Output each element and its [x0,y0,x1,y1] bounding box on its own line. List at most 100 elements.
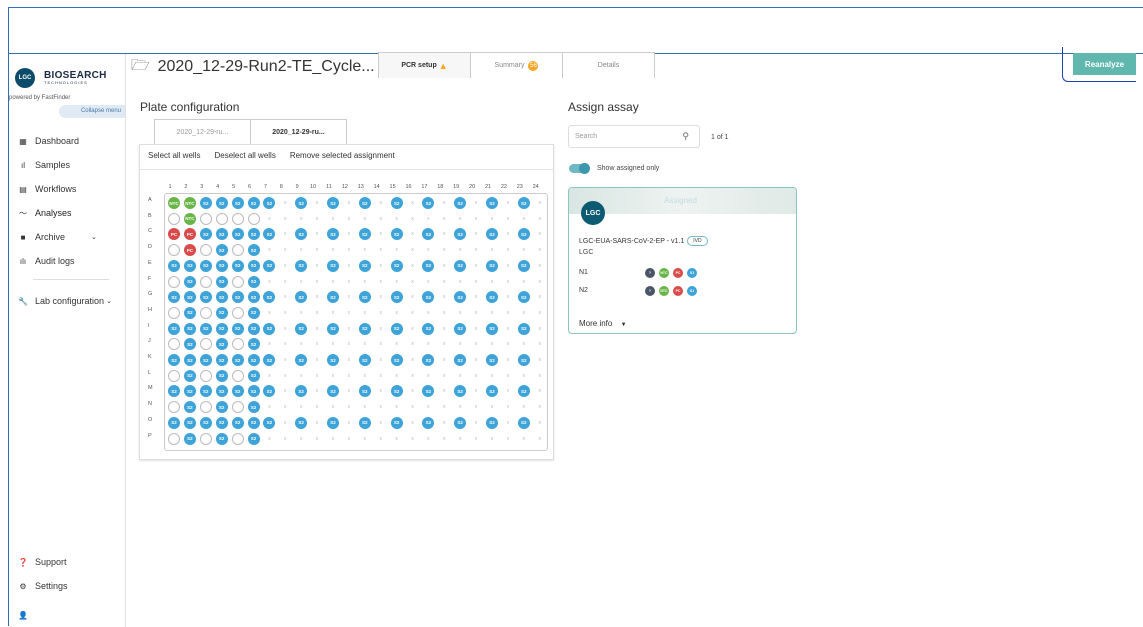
plate-well[interactable]: x [518,433,530,445]
plate-well[interactable]: x [311,228,323,240]
plate-well[interactable]: S2 [215,244,228,257]
plate-well[interactable]: S2 [454,354,467,366]
plate-well[interactable]: S2 [486,197,498,209]
plate-well[interactable]: x [534,228,546,240]
plate-well[interactable]: x [407,244,419,256]
plate-well[interactable]: x [311,244,323,256]
plate-well[interactable]: x [502,276,514,288]
plate-well[interactable]: x [343,276,355,288]
plate-well[interactable] [231,306,244,319]
plate-well[interactable]: x [518,276,530,288]
plate-well[interactable]: x [502,385,514,397]
plate-well[interactable]: S2 [454,197,467,209]
plate-well[interactable]: S2 [231,259,244,272]
plate-well[interactable]: x [422,370,434,382]
row-label[interactable]: P [148,433,158,439]
plate-well[interactable]: S2 [327,228,339,241]
plate-well[interactable]: S2 [247,416,260,429]
more-info-toggle[interactable]: More info ▼ [579,319,627,328]
plate-well[interactable]: S2 [295,228,308,241]
tab-summary[interactable]: Summary 56 [470,52,563,78]
plate-well[interactable]: x [311,370,323,382]
plate-well[interactable]: S2 [199,291,212,304]
column-number[interactable]: 3 [195,184,209,190]
plate-well[interactable] [199,432,212,445]
plate-well[interactable]: x [311,385,323,397]
plate-well[interactable]: x [327,433,339,445]
plate-well[interactable]: x [470,385,482,397]
plate-well[interactable]: S2 [517,228,530,241]
plate-well[interactable]: S2 [358,259,371,272]
plate-well[interactable]: x [454,307,466,319]
row-label[interactable]: H [148,307,158,313]
row-label[interactable]: O [148,417,158,423]
plate-well[interactable]: S2 [390,197,403,209]
plate-well[interactable]: x [375,354,387,366]
plate-well[interactable]: x [343,260,355,272]
plate-well[interactable]: x [422,244,434,256]
plate-well[interactable]: S2 [517,197,530,209]
plate-well[interactable]: S2 [215,259,228,272]
plate-well[interactable]: S2 [183,338,196,351]
plate-well[interactable]: x [375,338,387,350]
plate-well[interactable]: x [502,417,514,429]
plate-tab-2[interactable]: 2020_12-29-ru... [250,119,347,144]
row-label[interactable]: N [148,401,158,407]
plate-well[interactable]: S2 [247,306,260,319]
plate-well[interactable]: S2 [231,228,244,241]
plate-well[interactable]: S2 [231,322,244,335]
plate-well[interactable] [168,338,180,351]
plate-well[interactable]: S2 [168,291,180,304]
plate-well[interactable] [168,275,180,288]
plate-well[interactable] [231,369,244,382]
plate-well[interactable]: x [375,370,387,382]
plate-well[interactable]: S2 [486,228,498,241]
plate-well[interactable]: x [518,244,530,256]
plate-well[interactable]: x [359,433,371,445]
plate-well[interactable]: x [470,401,482,413]
plate-well[interactable]: x [327,276,339,288]
plate-well[interactable]: S2 [231,385,244,398]
plate-well[interactable]: S2 [263,228,276,241]
search-input[interactable]: Search ⚲ [568,125,700,148]
plate-well[interactable]: S2 [454,259,467,272]
plate-well[interactable]: x [391,338,403,350]
plate-well[interactable]: S2 [327,322,339,335]
plate-well[interactable]: x [486,244,498,256]
plate-well[interactable]: S2 [199,228,212,241]
column-number[interactable]: 1 [163,184,177,190]
sidebar-item-support[interactable]: ❓ Support [18,553,67,571]
plate-well[interactable]: x [422,338,434,350]
plate-well[interactable] [199,401,212,414]
plate-well[interactable]: x [263,244,275,256]
plate-well[interactable]: x [375,244,387,256]
plate-well[interactable] [215,212,228,225]
plate-well[interactable]: x [470,354,482,366]
plate-well[interactable]: S2 [247,197,260,209]
plate-well[interactable]: x [343,213,355,225]
plate-well[interactable]: S2 [295,354,308,366]
plate-well[interactable]: S2 [454,291,467,304]
plate-well[interactable]: x [375,307,387,319]
plate-well[interactable]: x [343,370,355,382]
sidebar-item-samples[interactable]: ıl Samples [18,156,70,174]
plate-well[interactable]: x [343,433,355,445]
plate-well[interactable]: x [263,213,275,225]
plate-well[interactable]: x [343,385,355,397]
plate-well[interactable]: x [502,197,514,209]
plate-well[interactable]: S2 [215,306,228,319]
plate-well[interactable]: S2 [358,385,371,398]
plate-well[interactable]: x [263,307,275,319]
column-number[interactable]: 2 [179,184,193,190]
plate-well[interactable] [231,275,244,288]
plate-well[interactable]: S2 [358,322,371,335]
show-assigned-toggle[interactable]: Show assigned only [569,163,659,174]
plate-well[interactable] [231,244,244,257]
column-number[interactable]: 11 [322,184,336,190]
column-number[interactable]: 8 [274,184,288,190]
plate-well[interactable]: x [375,323,387,335]
plate-well[interactable]: x [327,401,339,413]
plate-well[interactable]: x [518,370,530,382]
plate-well[interactable]: S2 [517,322,530,335]
plate-well[interactable]: S2 [422,416,435,429]
